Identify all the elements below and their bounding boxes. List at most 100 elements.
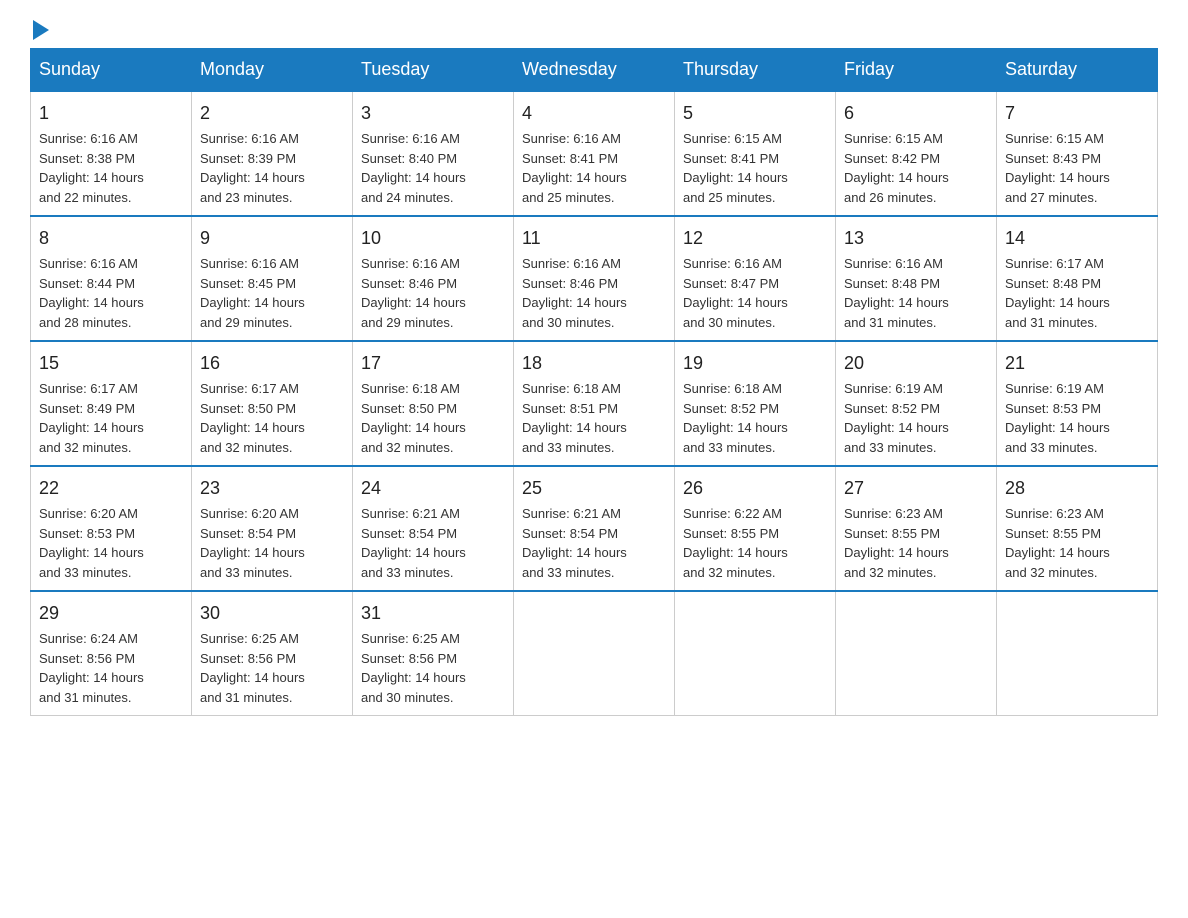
day-info: Sunrise: 6:16 AMSunset: 8:41 PMDaylight:… [522, 129, 666, 207]
week-row-3: 15Sunrise: 6:17 AMSunset: 8:49 PMDayligh… [31, 341, 1158, 466]
calendar-cell: 20Sunrise: 6:19 AMSunset: 8:52 PMDayligh… [836, 341, 997, 466]
calendar-cell: 12Sunrise: 6:16 AMSunset: 8:47 PMDayligh… [675, 216, 836, 341]
day-info: Sunrise: 6:16 AMSunset: 8:46 PMDaylight:… [361, 254, 505, 332]
day-number: 6 [844, 100, 988, 127]
header-thursday: Thursday [675, 49, 836, 92]
calendar-cell: 23Sunrise: 6:20 AMSunset: 8:54 PMDayligh… [192, 466, 353, 591]
day-info: Sunrise: 6:20 AMSunset: 8:54 PMDaylight:… [200, 504, 344, 582]
day-info: Sunrise: 6:15 AMSunset: 8:43 PMDaylight:… [1005, 129, 1149, 207]
day-info: Sunrise: 6:23 AMSunset: 8:55 PMDaylight:… [1005, 504, 1149, 582]
day-number: 12 [683, 225, 827, 252]
day-info: Sunrise: 6:22 AMSunset: 8:55 PMDaylight:… [683, 504, 827, 582]
calendar-cell [836, 591, 997, 716]
day-number: 24 [361, 475, 505, 502]
day-info: Sunrise: 6:18 AMSunset: 8:52 PMDaylight:… [683, 379, 827, 457]
calendar-cell: 17Sunrise: 6:18 AMSunset: 8:50 PMDayligh… [353, 341, 514, 466]
day-number: 28 [1005, 475, 1149, 502]
week-row-4: 22Sunrise: 6:20 AMSunset: 8:53 PMDayligh… [31, 466, 1158, 591]
day-number: 25 [522, 475, 666, 502]
day-info: Sunrise: 6:16 AMSunset: 8:47 PMDaylight:… [683, 254, 827, 332]
calendar-cell: 18Sunrise: 6:18 AMSunset: 8:51 PMDayligh… [514, 341, 675, 466]
calendar-cell: 11Sunrise: 6:16 AMSunset: 8:46 PMDayligh… [514, 216, 675, 341]
day-info: Sunrise: 6:19 AMSunset: 8:53 PMDaylight:… [1005, 379, 1149, 457]
header-monday: Monday [192, 49, 353, 92]
day-number: 4 [522, 100, 666, 127]
day-number: 26 [683, 475, 827, 502]
day-number: 20 [844, 350, 988, 377]
day-info: Sunrise: 6:17 AMSunset: 8:49 PMDaylight:… [39, 379, 183, 457]
header-friday: Friday [836, 49, 997, 92]
calendar-cell: 16Sunrise: 6:17 AMSunset: 8:50 PMDayligh… [192, 341, 353, 466]
week-row-1: 1Sunrise: 6:16 AMSunset: 8:38 PMDaylight… [31, 91, 1158, 216]
calendar-cell: 15Sunrise: 6:17 AMSunset: 8:49 PMDayligh… [31, 341, 192, 466]
calendar-cell: 24Sunrise: 6:21 AMSunset: 8:54 PMDayligh… [353, 466, 514, 591]
day-number: 11 [522, 225, 666, 252]
calendar-cell: 6Sunrise: 6:15 AMSunset: 8:42 PMDaylight… [836, 91, 997, 216]
calendar-cell: 5Sunrise: 6:15 AMSunset: 8:41 PMDaylight… [675, 91, 836, 216]
calendar-cell: 21Sunrise: 6:19 AMSunset: 8:53 PMDayligh… [997, 341, 1158, 466]
day-number: 1 [39, 100, 183, 127]
day-info: Sunrise: 6:18 AMSunset: 8:51 PMDaylight:… [522, 379, 666, 457]
day-info: Sunrise: 6:16 AMSunset: 8:39 PMDaylight:… [200, 129, 344, 207]
day-info: Sunrise: 6:24 AMSunset: 8:56 PMDaylight:… [39, 629, 183, 707]
calendar-cell: 13Sunrise: 6:16 AMSunset: 8:48 PMDayligh… [836, 216, 997, 341]
day-info: Sunrise: 6:16 AMSunset: 8:48 PMDaylight:… [844, 254, 988, 332]
calendar-cell: 2Sunrise: 6:16 AMSunset: 8:39 PMDaylight… [192, 91, 353, 216]
calendar-cell: 30Sunrise: 6:25 AMSunset: 8:56 PMDayligh… [192, 591, 353, 716]
calendar-cell: 7Sunrise: 6:15 AMSunset: 8:43 PMDaylight… [997, 91, 1158, 216]
calendar-cell: 25Sunrise: 6:21 AMSunset: 8:54 PMDayligh… [514, 466, 675, 591]
calendar-table: SundayMondayTuesdayWednesdayThursdayFrid… [30, 48, 1158, 716]
calendar-cell [514, 591, 675, 716]
day-number: 17 [361, 350, 505, 377]
header-saturday: Saturday [997, 49, 1158, 92]
day-number: 2 [200, 100, 344, 127]
header-sunday: Sunday [31, 49, 192, 92]
day-info: Sunrise: 6:15 AMSunset: 8:41 PMDaylight:… [683, 129, 827, 207]
day-info: Sunrise: 6:17 AMSunset: 8:48 PMDaylight:… [1005, 254, 1149, 332]
calendar-cell: 4Sunrise: 6:16 AMSunset: 8:41 PMDaylight… [514, 91, 675, 216]
header-tuesday: Tuesday [353, 49, 514, 92]
day-info: Sunrise: 6:16 AMSunset: 8:46 PMDaylight:… [522, 254, 666, 332]
day-number: 15 [39, 350, 183, 377]
day-info: Sunrise: 6:25 AMSunset: 8:56 PMDaylight:… [200, 629, 344, 707]
week-row-5: 29Sunrise: 6:24 AMSunset: 8:56 PMDayligh… [31, 591, 1158, 716]
day-info: Sunrise: 6:16 AMSunset: 8:44 PMDaylight:… [39, 254, 183, 332]
calendar-cell: 8Sunrise: 6:16 AMSunset: 8:44 PMDaylight… [31, 216, 192, 341]
day-info: Sunrise: 6:20 AMSunset: 8:53 PMDaylight:… [39, 504, 183, 582]
logo-arrow-icon [33, 20, 49, 40]
day-number: 8 [39, 225, 183, 252]
day-number: 29 [39, 600, 183, 627]
day-number: 22 [39, 475, 183, 502]
day-number: 30 [200, 600, 344, 627]
day-number: 5 [683, 100, 827, 127]
day-number: 18 [522, 350, 666, 377]
calendar-cell: 22Sunrise: 6:20 AMSunset: 8:53 PMDayligh… [31, 466, 192, 591]
day-info: Sunrise: 6:16 AMSunset: 8:45 PMDaylight:… [200, 254, 344, 332]
calendar-cell: 1Sunrise: 6:16 AMSunset: 8:38 PMDaylight… [31, 91, 192, 216]
logo [30, 20, 49, 38]
day-info: Sunrise: 6:19 AMSunset: 8:52 PMDaylight:… [844, 379, 988, 457]
header-wednesday: Wednesday [514, 49, 675, 92]
day-number: 9 [200, 225, 344, 252]
calendar-header-row: SundayMondayTuesdayWednesdayThursdayFrid… [31, 49, 1158, 92]
day-info: Sunrise: 6:21 AMSunset: 8:54 PMDaylight:… [361, 504, 505, 582]
day-info: Sunrise: 6:21 AMSunset: 8:54 PMDaylight:… [522, 504, 666, 582]
day-info: Sunrise: 6:16 AMSunset: 8:38 PMDaylight:… [39, 129, 183, 207]
week-row-2: 8Sunrise: 6:16 AMSunset: 8:44 PMDaylight… [31, 216, 1158, 341]
day-number: 3 [361, 100, 505, 127]
day-info: Sunrise: 6:25 AMSunset: 8:56 PMDaylight:… [361, 629, 505, 707]
calendar-cell: 29Sunrise: 6:24 AMSunset: 8:56 PMDayligh… [31, 591, 192, 716]
calendar-cell: 26Sunrise: 6:22 AMSunset: 8:55 PMDayligh… [675, 466, 836, 591]
day-number: 16 [200, 350, 344, 377]
day-info: Sunrise: 6:15 AMSunset: 8:42 PMDaylight:… [844, 129, 988, 207]
calendar-cell [675, 591, 836, 716]
day-number: 14 [1005, 225, 1149, 252]
day-number: 7 [1005, 100, 1149, 127]
page-header [30, 20, 1158, 38]
calendar-cell: 9Sunrise: 6:16 AMSunset: 8:45 PMDaylight… [192, 216, 353, 341]
calendar-cell: 14Sunrise: 6:17 AMSunset: 8:48 PMDayligh… [997, 216, 1158, 341]
day-info: Sunrise: 6:16 AMSunset: 8:40 PMDaylight:… [361, 129, 505, 207]
day-number: 23 [200, 475, 344, 502]
day-number: 13 [844, 225, 988, 252]
calendar-cell: 10Sunrise: 6:16 AMSunset: 8:46 PMDayligh… [353, 216, 514, 341]
